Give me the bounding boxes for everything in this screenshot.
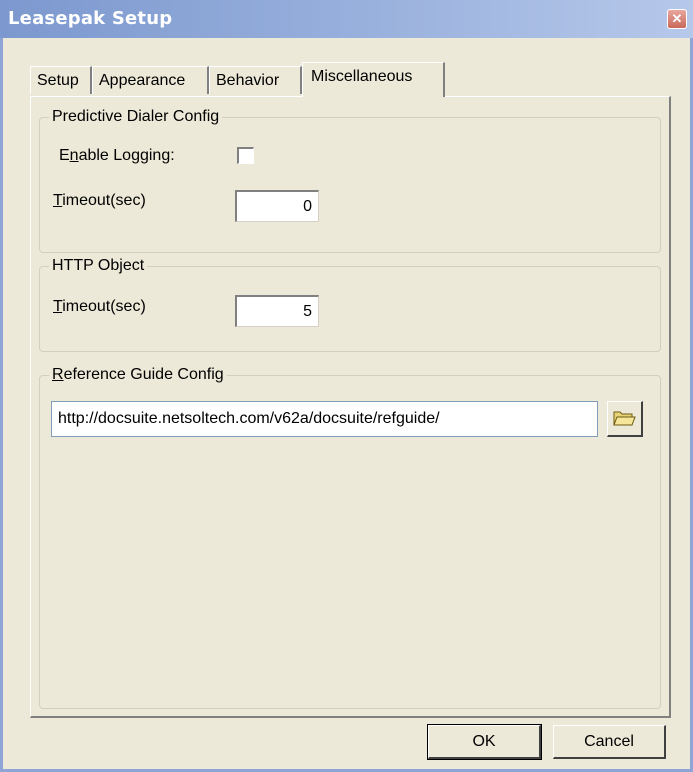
tab-panel-miscellaneous: Predictive Dialer Config Enable Logging:… (30, 96, 671, 718)
reference-guide-url-input[interactable]: http://docsuite.netsoltech.com/v62a/docs… (51, 401, 598, 437)
http-timeout-label: Timeout(sec) (53, 298, 146, 315)
tab-appearance-label: Appearance (99, 72, 186, 89)
ok-button[interactable]: OK (427, 724, 542, 760)
enable-logging-checkbox[interactable] (237, 147, 254, 164)
tab-miscellaneous[interactable]: Miscellaneous (302, 62, 445, 97)
cancel-button[interactable]: Cancel (553, 725, 666, 759)
leasepak-setup-dialog: Leasepak Setup ✕ Setup Appearance Behavi… (0, 0, 693, 772)
window-border-left (0, 38, 3, 772)
predictive-dialer-group: Predictive Dialer Config Enable Logging:… (39, 107, 661, 253)
reference-guide-title: Reference Guide Config (49, 365, 227, 385)
http-timeout-input[interactable]: 5 (235, 295, 319, 327)
tab-appearance[interactable]: Appearance (92, 66, 209, 94)
title-bar[interactable]: Leasepak Setup ✕ (0, 0, 693, 38)
folder-icon (613, 411, 636, 426)
tab-behavior[interactable]: Behavior (209, 66, 302, 94)
predictive-dialer-title: Predictive Dialer Config (49, 107, 223, 127)
reference-guide-group: Reference Guide Config http://docsuite.n… (39, 365, 661, 709)
http-object-title: HTTP Object (49, 256, 148, 276)
browse-folder-button[interactable] (607, 401, 643, 437)
enable-logging-label: Enable Logging: (59, 147, 175, 164)
tab-miscellaneous-label: Miscellaneous (311, 68, 413, 85)
window-title: Leasepak Setup (8, 8, 173, 29)
http-object-group: HTTP Object Timeout(sec) 5 (39, 256, 661, 352)
close-button[interactable]: ✕ (667, 9, 687, 29)
tab-setup-label: Setup (37, 72, 79, 89)
close-icon: ✕ (671, 11, 683, 26)
dialer-timeout-input[interactable]: 0 (235, 190, 319, 222)
tab-setup[interactable]: Setup (30, 66, 92, 94)
dialer-timeout-label: Timeout(sec) (53, 192, 146, 209)
tab-behavior-label: Behavior (216, 72, 280, 89)
